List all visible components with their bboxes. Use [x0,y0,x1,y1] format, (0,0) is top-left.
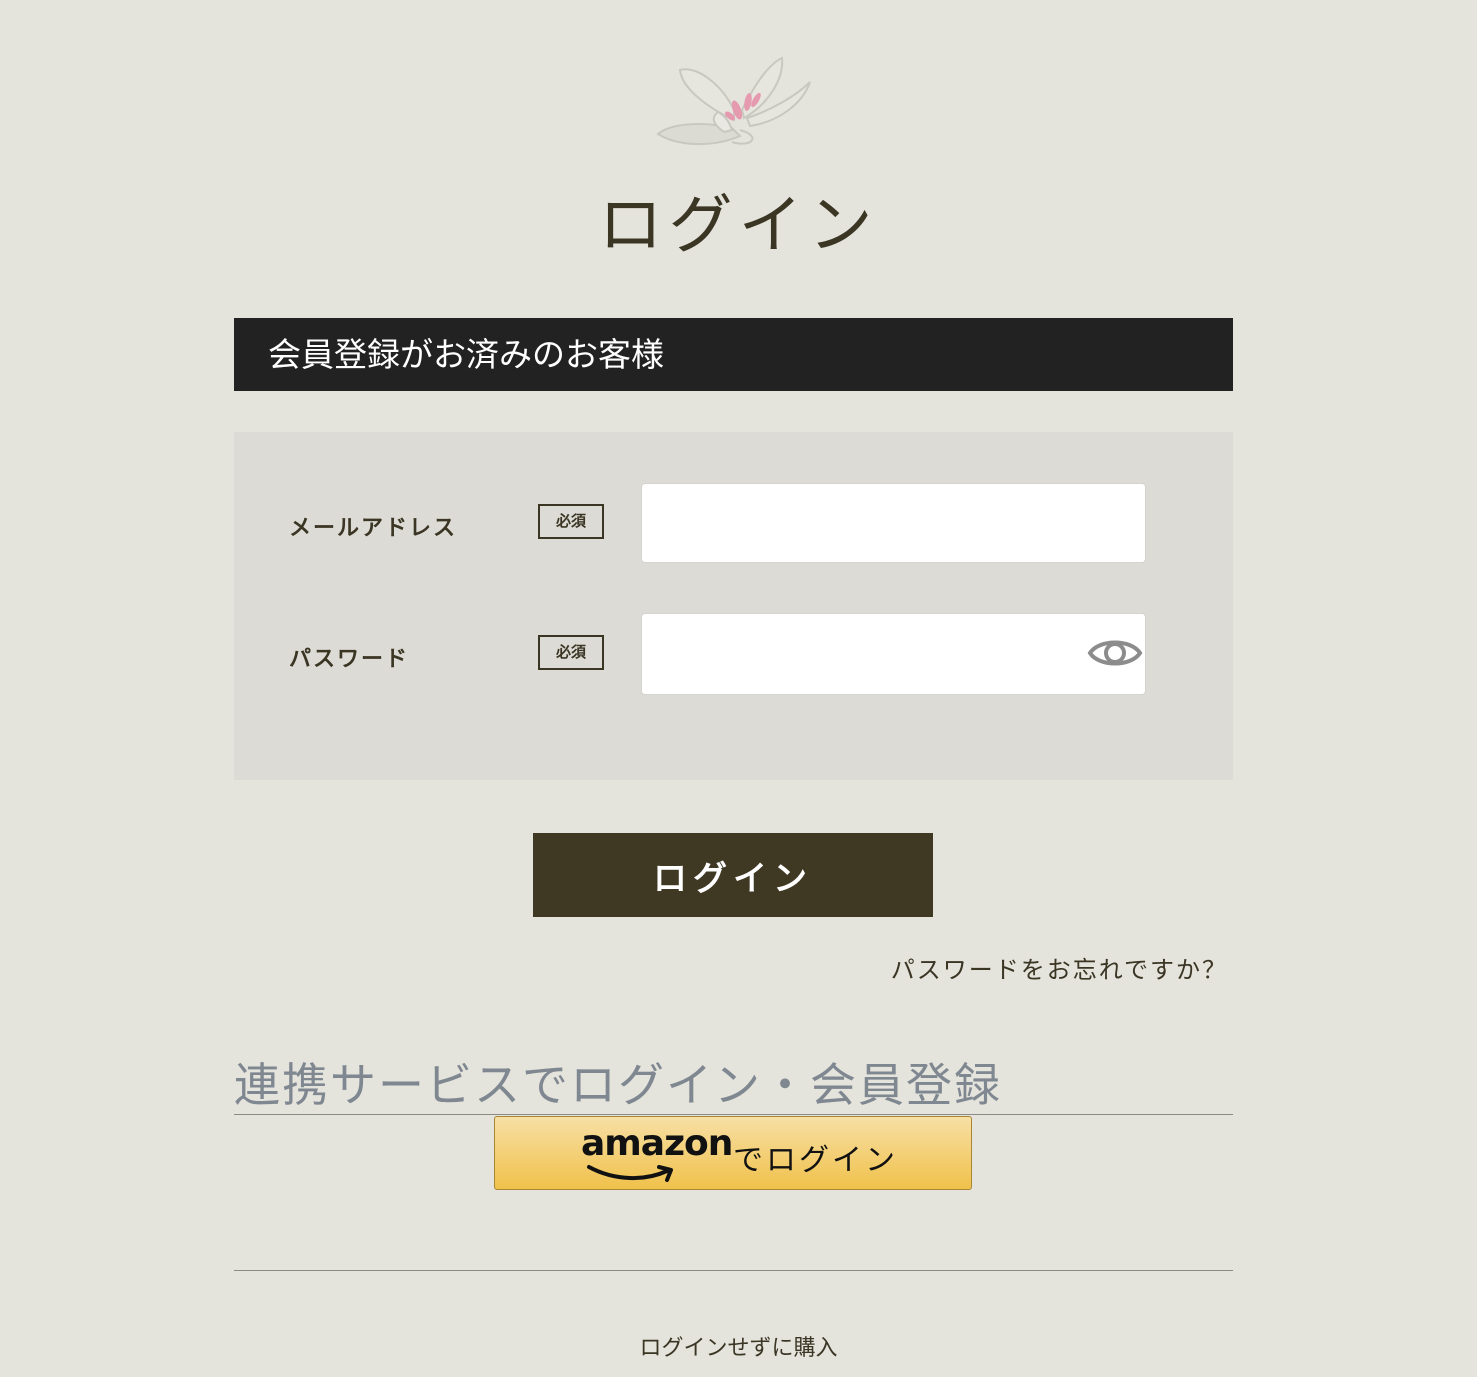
password-field[interactable] [641,613,1146,695]
forgot-password-link[interactable]: パスワードをお忘れですか？ [891,950,1228,985]
eye-icon[interactable] [1087,633,1143,673]
section-divider [234,1270,1233,1271]
amazon-wordmark: amazon [581,1123,733,1164]
linked-services-heading: 連携サービスでログイン・会員登録 [234,1056,1233,1115]
amazon-login-button[interactable]: amazon でログイン [494,1116,972,1190]
password-label: パスワード [289,646,410,672]
email-field[interactable] [641,483,1146,563]
guest-checkout-link[interactable]: ログインせずに購入 [0,1330,1477,1362]
page-title: ログイン [598,189,879,263]
email-required-badge: 必須 [538,504,604,539]
lily-flower-icon [656,56,811,145]
amazon-smile-icon [587,1165,673,1182]
password-required-badge: 必須 [538,635,604,670]
login-button[interactable]: ログイン [533,833,933,917]
login-form-panel: メールアドレス 必須 パスワード 必須 [234,432,1233,780]
member-section-heading: 会員登録がお済みのお客様 [234,318,1233,391]
amazon-login-label: でログイン [733,1143,898,1178]
email-label: メールアドレス [289,515,458,541]
